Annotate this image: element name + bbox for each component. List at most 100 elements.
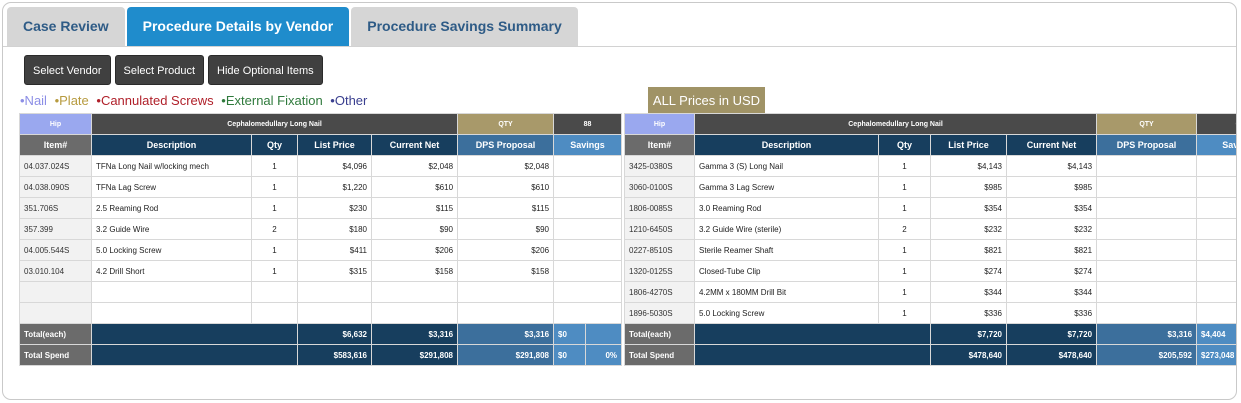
table-row: 351.706S 2.5 Reaming Rod 1 $230 $115 $115	[19, 197, 623, 219]
select-vendor-button[interactable]: Select Vendor	[24, 55, 111, 85]
description-cell: Gamma 3 Lag Screw	[694, 176, 879, 198]
description-cell	[91, 281, 252, 303]
dps-proposal-cell: $115	[457, 197, 555, 219]
legend-cannulated-screws: •Cannulated Screws	[96, 93, 214, 108]
list-price-header: List Price	[297, 134, 372, 156]
dps-proposal-cell	[1096, 302, 1198, 324]
total-blank	[694, 344, 931, 366]
item-number-cell: 351.706S	[19, 197, 92, 219]
item-number-cell: 1210-6450S	[624, 218, 695, 240]
category-legend: •Nail •Plate •Cannulated Screws •Externa…	[20, 93, 371, 108]
current-net-cell: $821	[1005, 239, 1098, 261]
qty-cell: 1	[251, 155, 298, 177]
current-net-cell: $232	[1005, 218, 1098, 240]
qty-value: 88	[553, 113, 623, 135]
dps-proposal-cell: $90	[457, 218, 555, 240]
total-list-price: $7,720	[930, 323, 1007, 345]
tab-divider	[3, 46, 1236, 47]
item-number-cell: 1806-0085S	[624, 197, 695, 219]
table-row: 0227-8510S Sterile Reamer Shaft 1 $821 $821	[624, 239, 1236, 261]
legend-plate: •Plate	[54, 93, 89, 108]
description-cell: 3.2 Guide Wire (sterile)	[694, 218, 879, 240]
description-cell: Closed-Tube Clip	[694, 260, 879, 282]
current-net-cell: $610	[370, 176, 459, 198]
dps-proposal-cell	[1096, 176, 1198, 198]
savings-header: Savings	[553, 134, 623, 156]
total-list-price: $583,616	[297, 344, 372, 366]
current-net-cell: $90	[370, 218, 459, 240]
total-label: Total(each)	[19, 323, 92, 345]
table-row	[19, 281, 623, 303]
current-net-cell: $158	[370, 260, 459, 282]
list-price-cell	[297, 302, 372, 324]
dps-proposal-cell	[1096, 260, 1198, 282]
qty-cell: 1	[878, 302, 931, 324]
app-frame: Case Review Procedure Details by Vendor …	[2, 2, 1237, 400]
savings-cell	[1196, 302, 1236, 324]
table-row: 1896-5030S 5.0 Locking Screw 1 $336 $336	[624, 302, 1236, 324]
total-list-price: $6,632	[297, 323, 372, 345]
table-row: 03.010.104 4.2 Drill Short 1 $315 $158 $158	[19, 260, 623, 282]
savings-cell	[553, 176, 623, 198]
tab-procedure-details-by-vendor[interactable]: Procedure Details by Vendor	[126, 7, 350, 46]
description-cell: 5.0 Locking Screw	[694, 302, 879, 324]
list-price-cell: $344	[930, 281, 1007, 303]
tab-case-review[interactable]: Case Review	[7, 7, 125, 46]
savings-cell	[553, 281, 623, 303]
dps-proposal-cell	[1096, 155, 1198, 177]
total-label: Total Spend	[624, 344, 695, 366]
list-price-cell: $232	[930, 218, 1007, 240]
qty-cell: 1	[878, 239, 931, 261]
legend-other: •Other	[330, 93, 368, 108]
hide-optional-items-button[interactable]: Hide Optional Items	[208, 55, 323, 85]
item-number-cell: 1896-5030S	[624, 302, 695, 324]
savings-cell	[1196, 239, 1236, 261]
table-row: 1806-0085S 3.0 Reaming Rod 1 $354 $354	[624, 197, 1236, 219]
list-price-cell: $821	[930, 239, 1007, 261]
description-cell: TFNa Lag Screw	[91, 176, 252, 198]
current-net-cell: $274	[1005, 260, 1098, 282]
qty-cell: 2	[251, 218, 298, 240]
item-number-cell: 04.005.544S	[19, 239, 92, 261]
current-net-header: Current Net	[370, 134, 459, 156]
total-dps-proposal: $205,592	[1096, 344, 1198, 366]
current-net-cell	[370, 302, 459, 324]
dps-proposal-cell	[1096, 239, 1198, 261]
total-savings: $0	[553, 344, 587, 366]
total-dps-proposal: $3,316	[457, 323, 555, 345]
qty-cell: 1	[878, 281, 931, 303]
dps-proposal-cell	[457, 281, 555, 303]
savings-cell	[1196, 218, 1236, 240]
total-savings-percent: 0%	[585, 344, 623, 366]
list-price-header: List Price	[930, 134, 1007, 156]
description-cell: 4.2MM x 180MM Drill Bit	[694, 281, 879, 303]
total-spend-row: Total Spend $583,616 $291,808 $291,808 $0 0%	[19, 344, 623, 366]
item-number-cell: 357.399	[19, 218, 92, 240]
tab-procedure-savings-summary[interactable]: Procedure Savings Summary	[351, 7, 578, 46]
table-row: 1320-0125S Closed-Tube Clip 1 $274 $274	[624, 260, 1236, 282]
item-number-cell: 1320-0125S	[624, 260, 695, 282]
select-product-button[interactable]: Select Product	[114, 55, 205, 85]
item-number-cell	[19, 302, 92, 324]
list-price-cell: $230	[297, 197, 372, 219]
total-spend-row: Total Spend $478,640 $478,640 $205,592 $273,…	[624, 344, 1236, 366]
qty-cell: 1	[878, 197, 931, 219]
hip-header: Hip	[19, 113, 92, 135]
total-savings: $4,404	[1196, 323, 1236, 345]
list-price-cell: $985	[930, 176, 1007, 198]
right-vendor-table: HipCephalomedullary Long NailQTY62Item#D…	[624, 113, 1236, 366]
total-blank	[91, 344, 298, 366]
list-price-cell: $354	[930, 197, 1007, 219]
current-net-cell	[370, 281, 459, 303]
list-price-cell: $336	[930, 302, 1007, 324]
item-number-cell: 0227-8510S	[624, 239, 695, 261]
dps-proposal-cell	[1096, 197, 1198, 219]
list-price-cell: $315	[297, 260, 372, 282]
current-net-cell: $115	[370, 197, 459, 219]
savings-header: Savings	[1196, 134, 1236, 156]
savings-cell	[553, 155, 623, 177]
qty-cell: 1	[878, 176, 931, 198]
current-net-cell: $206	[370, 239, 459, 261]
total-savings-percent	[585, 323, 623, 345]
dps-proposal-cell	[1096, 281, 1198, 303]
